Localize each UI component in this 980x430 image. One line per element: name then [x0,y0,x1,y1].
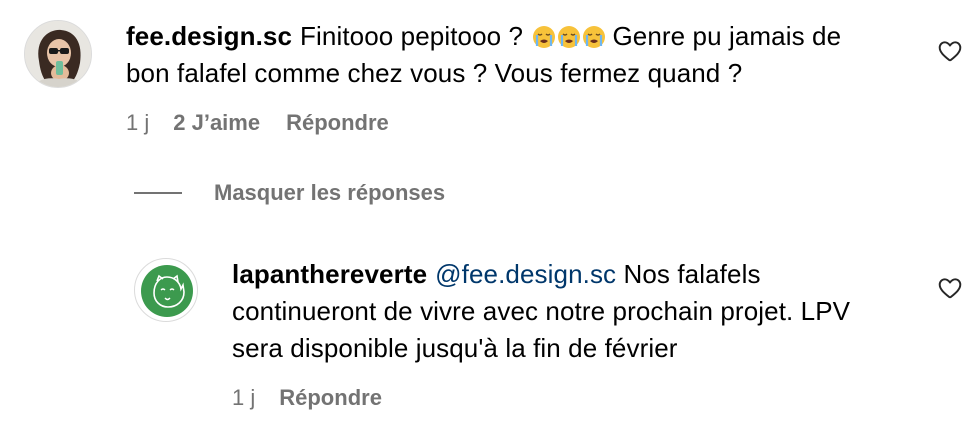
user-photo-icon [25,21,91,87]
hide-replies-label: Masquer les réponses [214,180,446,205]
avatar-lapanthereverte[interactable] [134,258,198,322]
reply-reply-button[interactable]: Répondre [279,385,382,411]
comment-meta: 1 j 2 J’aime Répondre [126,110,886,136]
loudly-crying-face-icon [558,26,581,48]
comment-likes-count[interactable]: 2 J’aime [173,110,260,136]
panther-logo-icon [141,265,193,317]
avatar-fee-design[interactable] [24,20,92,88]
reply-username[interactable]: lapanthereverte [232,259,427,289]
loudly-crying-face-icon [583,26,606,48]
crying-emojis [532,25,606,49]
reply-time: 1 j [232,385,256,410]
heart-outline-icon[interactable] [937,275,963,301]
comment-username[interactable]: fee.design.sc [126,21,292,51]
replies-divider [134,192,182,194]
reply-text: lapanthereverte @fee.design.sc Nos falafe… [232,256,892,367]
heart-outline-icon[interactable] [937,38,963,64]
reply-meta: 1 j Répondre [232,385,892,411]
comment-time: 1 j [126,110,150,135]
reply-mention-link[interactable]: @fee.design.sc [435,259,616,289]
comment-text: fee.design.sc Finitooo pepitooo ? Genre … [126,18,886,92]
hide-replies-button[interactable]: Masquer les réponses [134,180,445,206]
comment-text-part1: Finitooo pepitooo ? [300,21,524,51]
loudly-crying-face-icon [533,26,556,48]
comment-reply-button[interactable]: Répondre [286,110,389,136]
